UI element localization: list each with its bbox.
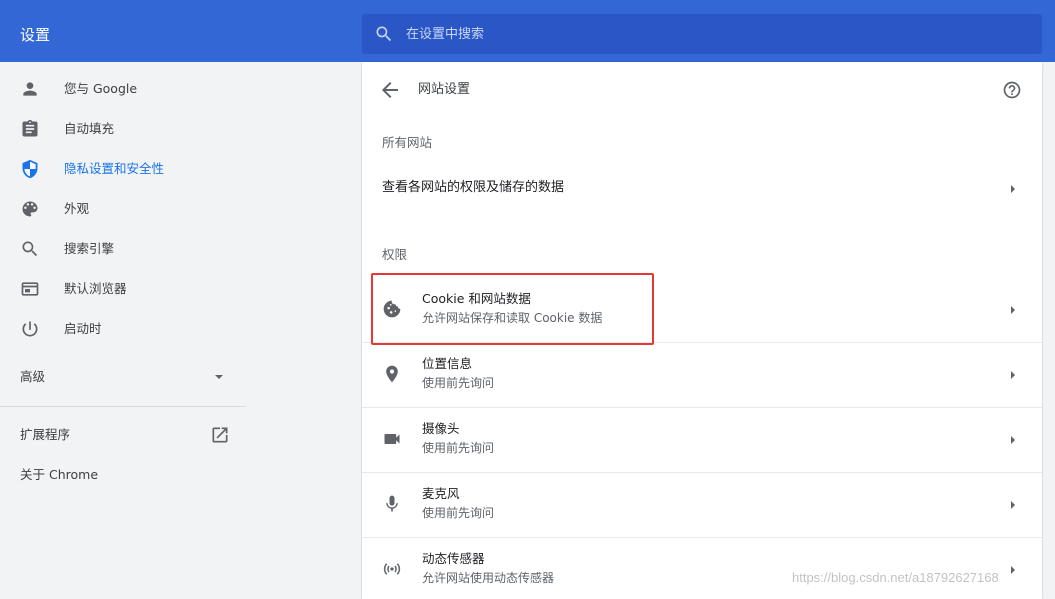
- cookie-icon: [383, 300, 401, 318]
- sidebar-item-search-engine[interactable]: 搜索引擎: [0, 229, 246, 269]
- permission-subtitle: 允许网站保存和读取 Cookie 数据: [422, 311, 603, 325]
- sidebar-item-default-browser[interactable]: 默认浏览器: [0, 269, 246, 309]
- advanced-toggle[interactable]: 高级: [0, 357, 246, 397]
- permission-row-cookies[interactable]: Cookie 和网站数据 允许网站保存和读取 Cookie 数据: [362, 277, 1042, 342]
- palette-icon: [22, 201, 38, 217]
- permission-subtitle: 允许网站使用动态传感器: [422, 571, 555, 585]
- sidebar-item-label: 隐私设置和安全性: [64, 161, 165, 176]
- site-settings-card: 网站设置 所有网站 查看各网站的权限及储存的数据 权限 Cookie 和网站数据…: [362, 62, 1042, 599]
- app-header: 设置: [0, 0, 1055, 62]
- permission-subtitle: 使用前先询问: [422, 376, 495, 390]
- watermark: https://blog.csdn.net/a18792627168: [792, 570, 999, 585]
- permission-subtitle: 使用前先询问: [422, 506, 495, 520]
- permission-row-motion-sensors[interactable]: 动态传感器 允许网站使用动态传感器: [362, 537, 1042, 599]
- permission-subtitle: 使用前先询问: [422, 441, 495, 455]
- microphone-icon: [386, 495, 398, 512]
- permission-title: 麦克风: [422, 486, 460, 501]
- all-sites-label: 查看各网站的权限及储存的数据: [382, 180, 565, 195]
- about-chrome-label: 关于 Chrome: [20, 467, 99, 482]
- open-in-new-icon: [212, 427, 228, 443]
- shield-icon: [22, 159, 38, 179]
- search-input[interactable]: [406, 14, 1026, 54]
- permission-row-location[interactable]: 位置信息 使用前先询问: [362, 342, 1042, 407]
- permission-title: 位置信息: [422, 356, 473, 371]
- extensions-label: 扩展程序: [20, 427, 71, 442]
- extensions-link[interactable]: 扩展程序: [0, 415, 246, 455]
- clipboard-icon: [22, 119, 38, 137]
- motion-sensor-icon: [383, 563, 401, 575]
- section-permissions: 权限: [382, 247, 408, 262]
- sidebar-item-label: 自动填充: [64, 121, 115, 136]
- back-arrow-icon[interactable]: [378, 78, 402, 102]
- person-icon: [23, 82, 37, 96]
- section-all-sites: 所有网站: [382, 135, 433, 150]
- power-icon: [22, 321, 38, 337]
- sidebar-item-privacy[interactable]: 隐私设置和安全性: [0, 149, 246, 189]
- search-box[interactable]: [362, 14, 1042, 54]
- sidebar-divider: [0, 406, 246, 407]
- sidebar-item-autofill[interactable]: 自动填充: [0, 109, 246, 149]
- help-icon[interactable]: [1002, 80, 1022, 100]
- location-pin-icon: [386, 365, 398, 383]
- permission-title: 动态传感器: [422, 551, 485, 566]
- permission-row-camera[interactable]: 摄像头 使用前先询问: [362, 407, 1042, 472]
- browser-window-icon: [21, 282, 39, 296]
- sidebar-item-you-and-google[interactable]: 您与 Google: [0, 69, 246, 109]
- sidebar-item-label: 默认浏览器: [64, 281, 127, 296]
- sidebar: 您与 Google 自动填充 隐私设置和安全性 外观 搜索引擎 默认浏览器 启动…: [0, 62, 246, 599]
- app-title: 设置: [20, 26, 51, 44]
- about-chrome-link[interactable]: 关于 Chrome: [0, 455, 246, 495]
- permission-title: Cookie 和网站数据: [422, 291, 531, 306]
- sidebar-item-appearance[interactable]: 外观: [0, 189, 246, 229]
- chevron-right-icon: [1011, 501, 1015, 509]
- chevron-right-icon: [1011, 306, 1015, 314]
- advanced-label: 高级: [20, 369, 46, 384]
- permission-title: 摄像头: [422, 421, 460, 436]
- sidebar-item-label: 您与 Google: [64, 81, 138, 96]
- chevron-right-icon: [1011, 371, 1015, 379]
- sidebar-item-label: 外观: [64, 201, 90, 216]
- chevron-right-icon: [1011, 436, 1015, 444]
- all-sites-row[interactable]: 查看各网站的权限及储存的数据: [362, 162, 1042, 214]
- sidebar-item-on-startup[interactable]: 启动时: [0, 309, 246, 349]
- chevron-right-icon: [1011, 185, 1015, 193]
- search-icon: [376, 26, 392, 42]
- permission-row-microphone[interactable]: 麦克风 使用前先询问: [362, 472, 1042, 537]
- page-title: 网站设置: [418, 82, 471, 97]
- camera-icon: [384, 434, 400, 444]
- chevron-right-icon: [1011, 566, 1015, 574]
- sidebar-item-label: 启动时: [64, 321, 102, 336]
- sidebar-item-label: 搜索引擎: [64, 241, 115, 256]
- search-icon: [22, 241, 38, 257]
- caret-down-icon: [215, 375, 223, 379]
